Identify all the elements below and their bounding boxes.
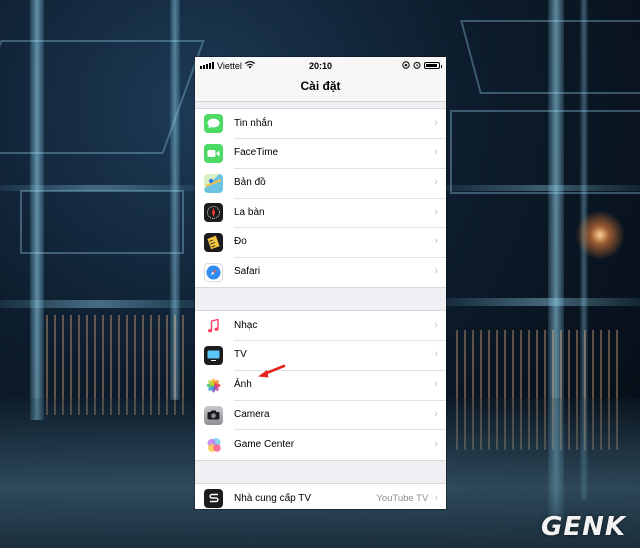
settings-row-camera[interactable]: Camera › [195,400,446,431]
settings-row-messages[interactable]: Tin nhắn › [195,109,446,140]
settings-row-label: Safari [234,266,261,278]
music-icon [204,316,223,336]
chevron-right-icon: › [434,235,438,248]
chevron-right-icon: › [434,407,438,420]
safari-icon [204,262,223,282]
chevron-right-icon: › [434,175,438,188]
alarm-icon [413,61,421,71]
messages-icon [204,114,223,134]
settings-row-tv[interactable]: TV › [195,341,446,371]
battery-icon [424,62,442,69]
settings-row-label: Camera [234,408,270,420]
settings-group-tv-provider: Nhà cung cấp TV YouTube TV › [195,482,446,509]
tv-provider-icon [204,488,223,508]
chevron-right-icon: › [434,146,438,159]
red-arrow-annotation [258,364,286,378]
settings-group-apps-1: Tin nhắn › FaceTime › Bản đồ › La bàn › Đo › [195,108,446,289]
measure-icon [204,233,223,253]
settings-row-label: Nhạc [234,319,258,331]
settings-row-label: FaceTime [234,147,279,159]
tv-provider-value: YouTube TV [376,492,429,504]
settings-row-label: Ảnh [234,379,252,390]
facetime-icon [204,144,223,164]
chevron-right-icon: › [434,116,438,129]
settings-row-facetime[interactable]: FaceTime › [195,139,446,169]
settings-row-photos[interactable]: Ảnh › [195,371,446,401]
settings-row-label: Game Center [234,438,295,450]
chevron-right-icon: › [434,491,438,504]
chevron-right-icon: › [434,348,438,361]
settings-group-apps-2: Nhạc › TV › Ảnh › Camera › Game Center › [195,310,446,461]
photos-icon [204,375,223,395]
chevron-right-icon: › [434,318,438,331]
chevron-right-icon: › [434,265,438,278]
settings-row-measure[interactable]: Đo › [195,228,446,258]
chevron-right-icon: › [434,378,438,390]
chevron-right-icon: › [434,205,438,218]
chevron-right-icon: › [434,437,438,450]
settings-row-maps[interactable]: Bản đồ › [195,168,446,199]
maps-icon [204,173,223,193]
tv-icon [204,346,223,366]
compass-icon [204,203,223,223]
phone-screen: Viettel 20:10 Cài đặt Tin nhắn › FaceTim… [195,57,446,509]
settings-row-music[interactable]: Nhạc › [195,311,446,342]
settings-row-label: Bản đồ [234,176,266,188]
settings-row-tv-provider[interactable]: Nhà cung cấp TV YouTube TV › [195,484,446,509]
settings-row-label: Đo [234,236,247,248]
orientation-lock-icon [402,60,410,71]
settings-row-safari[interactable]: Safari › [195,257,446,287]
genk-watermark: GENK [540,512,626,542]
settings-row-game-center[interactable]: Game Center › [195,430,446,460]
settings-row-compass[interactable]: La bàn › [195,198,446,229]
page-title: Cài đặt [195,74,446,102]
game-center-icon [204,435,223,455]
settings-row-label: Nhà cung cấp TV [234,492,312,504]
status-bar: Viettel 20:10 [195,57,446,74]
settings-row-label: La bàn [234,206,265,218]
settings-row-label: Tin nhắn [234,117,273,129]
camera-icon [204,405,223,425]
settings-row-label: TV [234,349,247,361]
